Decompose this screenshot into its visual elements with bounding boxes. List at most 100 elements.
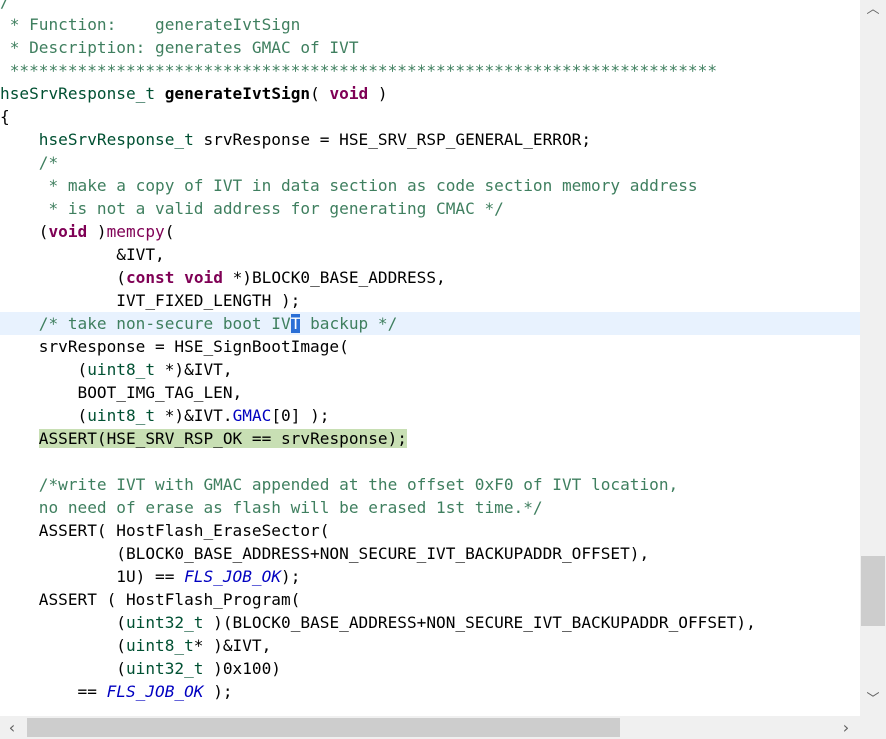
code-line[interactable]: IVT_FIXED_LENGTH ); xyxy=(0,289,860,312)
code-line[interactable]: no need of erase as flash will be erased… xyxy=(0,496,860,519)
code-token: ( xyxy=(310,84,330,103)
code-line[interactable]: (void )memcpy( xyxy=(0,220,860,243)
code-token: [0] ); xyxy=(271,406,330,425)
code-token: FLS_JOB_OK xyxy=(184,567,282,586)
code-line[interactable]: (uint8_t *)&IVT.GMAC[0] ); xyxy=(0,404,860,427)
code-token: *)&IVT. xyxy=(155,406,233,425)
scroll-up-icon[interactable]: ︿ xyxy=(860,0,886,20)
code-token: ( xyxy=(0,636,126,655)
code-line[interactable]: * make a copy of IVT in data section as … xyxy=(0,174,860,197)
code-token: no need of erase as flash will be erased… xyxy=(0,498,543,517)
code-token: ****************************************… xyxy=(0,61,718,80)
code-line[interactable]: * is not a valid address for generating … xyxy=(0,197,860,220)
code-line[interactable]: /* xyxy=(0,151,860,174)
code-token: BOOT_IMG_TAG_LEN, xyxy=(0,383,243,402)
code-line[interactable]: * Function: generateIvtSign xyxy=(0,13,860,36)
vertical-scrollbar[interactable]: ︿ ﹀ xyxy=(860,0,886,716)
code-token: void xyxy=(329,84,369,103)
code-token: hseSrvResponse_t xyxy=(38,130,194,149)
code-token: /* take non-secure boot IV xyxy=(0,314,291,333)
code-token: *)&IVT, xyxy=(155,360,233,379)
code-line[interactable]: srvResponse = HSE_SignBootImage( xyxy=(0,335,860,358)
code-token: * Function: generateIvtSign xyxy=(0,15,301,34)
code-token: * make a copy of IVT in data section as … xyxy=(0,176,698,195)
code-token: memcpy xyxy=(106,222,165,241)
scrollbar-corner xyxy=(860,716,886,739)
code-token: ASSERT(HSE_SRV_RSP_OK == srvResponse); xyxy=(38,429,407,448)
code-token: * is not a valid address for generating … xyxy=(0,199,504,218)
code-token: srvResponse = HSE_SignBootImage( xyxy=(0,337,349,356)
code-token: srvResponse = HSE_SRV_RSP_GENERAL_ERROR; xyxy=(193,130,592,149)
code-line[interactable]: == FLS_JOB_OK ); xyxy=(0,680,860,703)
code-token: uint32_t xyxy=(125,613,204,632)
code-line[interactable]: { xyxy=(0,105,860,128)
code-line[interactable]: ****************************************… xyxy=(0,59,860,82)
code-line[interactable]: (const void *)BLOCK0_BASE_ADDRESS, xyxy=(0,266,860,289)
code-token: uint32_t xyxy=(125,659,204,678)
scroll-down-icon[interactable]: ﹀ xyxy=(860,690,886,710)
code-token: FLS_JOB_OK xyxy=(106,682,204,701)
code-token: (BLOCK0_BASE_ADDRESS+NON_SECURE_IVT_BACK… xyxy=(0,544,650,563)
code-token: ( xyxy=(164,222,175,241)
code-line[interactable] xyxy=(0,450,860,473)
code-token: IVT_FIXED_LENGTH ); xyxy=(0,291,301,310)
code-token: ( xyxy=(0,268,126,287)
code-token: ( xyxy=(0,222,49,241)
code-token: uint8_t xyxy=(125,636,194,655)
code-token: ) xyxy=(87,222,107,241)
code-token: * Description: generates GMAC of IVT xyxy=(0,38,359,57)
code-token: / xyxy=(0,0,10,11)
horizontal-scrollbar[interactable]: ‹ › xyxy=(0,716,860,739)
code-line[interactable]: ASSERT ( HostFlash_Program( xyxy=(0,588,860,611)
code-line[interactable]: (uint8_t* )&IVT, xyxy=(0,634,860,657)
code-token: &IVT, xyxy=(0,245,165,264)
code-token: backup */ xyxy=(300,314,398,333)
code-token: void xyxy=(184,268,223,287)
code-token: uint8_t xyxy=(87,360,156,379)
code-line[interactable]: (uint32_t )0x100) xyxy=(0,657,860,680)
code-line[interactable]: / xyxy=(0,0,860,13)
code-token: )0x100) xyxy=(203,659,281,678)
code-token: hseSrvResponse_t xyxy=(0,84,156,103)
code-line[interactable]: hseSrvResponse_t generateIvtSign( void ) xyxy=(0,82,860,105)
current-code-line[interactable]: /* take non-secure boot IVT backup */ xyxy=(0,312,860,335)
code-token: /* xyxy=(0,153,59,172)
code-token: /*write IVT with GMAC appended at the of… xyxy=(0,475,679,494)
vertical-scroll-thumb[interactable] xyxy=(861,556,885,626)
code-token: ASSERT( HostFlash_EraseSector( xyxy=(0,521,330,540)
code-token: 1U) == xyxy=(0,567,185,586)
code-line[interactable]: /*write IVT with GMAC appended at the of… xyxy=(0,473,860,496)
code-line[interactable]: BOOT_IMG_TAG_LEN, xyxy=(0,381,860,404)
scroll-right-icon[interactable]: › xyxy=(836,716,856,739)
code-line[interactable]: ASSERT( HostFlash_EraseSector( xyxy=(0,519,860,542)
code-token: ( xyxy=(0,406,88,425)
code-token: ( xyxy=(0,360,88,379)
code-token: const xyxy=(125,268,175,287)
code-line[interactable]: (uint8_t *)&IVT, xyxy=(0,358,860,381)
code-token: uint8_t xyxy=(87,406,156,425)
code-line[interactable]: * Description: generates GMAC of IVT xyxy=(0,36,860,59)
code-line[interactable]: (BLOCK0_BASE_ADDRESS+NON_SECURE_IVT_BACK… xyxy=(0,542,860,565)
code-token: ) xyxy=(368,84,388,103)
code-editor[interactable]: / * Function: generateIvtSign * Descript… xyxy=(0,0,860,716)
code-token: { xyxy=(0,107,10,126)
code-token: * )&IVT, xyxy=(193,636,272,655)
code-line[interactable]: hseSrvResponse_t srvResponse = HSE_SRV_R… xyxy=(0,128,860,151)
code-token: ASSERT ( HostFlash_Program( xyxy=(0,590,301,609)
code-token: generateIvtSign xyxy=(164,84,311,103)
text-cursor-selection: T xyxy=(290,314,301,333)
code-token: )(BLOCK0_BASE_ADDRESS+NON_SECURE_IVT_BAC… xyxy=(203,613,756,632)
code-token: ( xyxy=(0,659,126,678)
scroll-left-icon[interactable]: ‹ xyxy=(2,716,22,739)
horizontal-scroll-thumb[interactable] xyxy=(27,718,620,737)
code-line[interactable]: ASSERT(HSE_SRV_RSP_OK == srvResponse); xyxy=(0,427,860,450)
code-line[interactable]: (uint32_t )(BLOCK0_BASE_ADDRESS+NON_SECU… xyxy=(0,611,860,634)
code-line[interactable]: &IVT, xyxy=(0,243,860,266)
code-token: GMAC xyxy=(232,406,272,425)
code-token: ( xyxy=(0,613,126,632)
code-line[interactable]: 1U) == FLS_JOB_OK); xyxy=(0,565,860,588)
